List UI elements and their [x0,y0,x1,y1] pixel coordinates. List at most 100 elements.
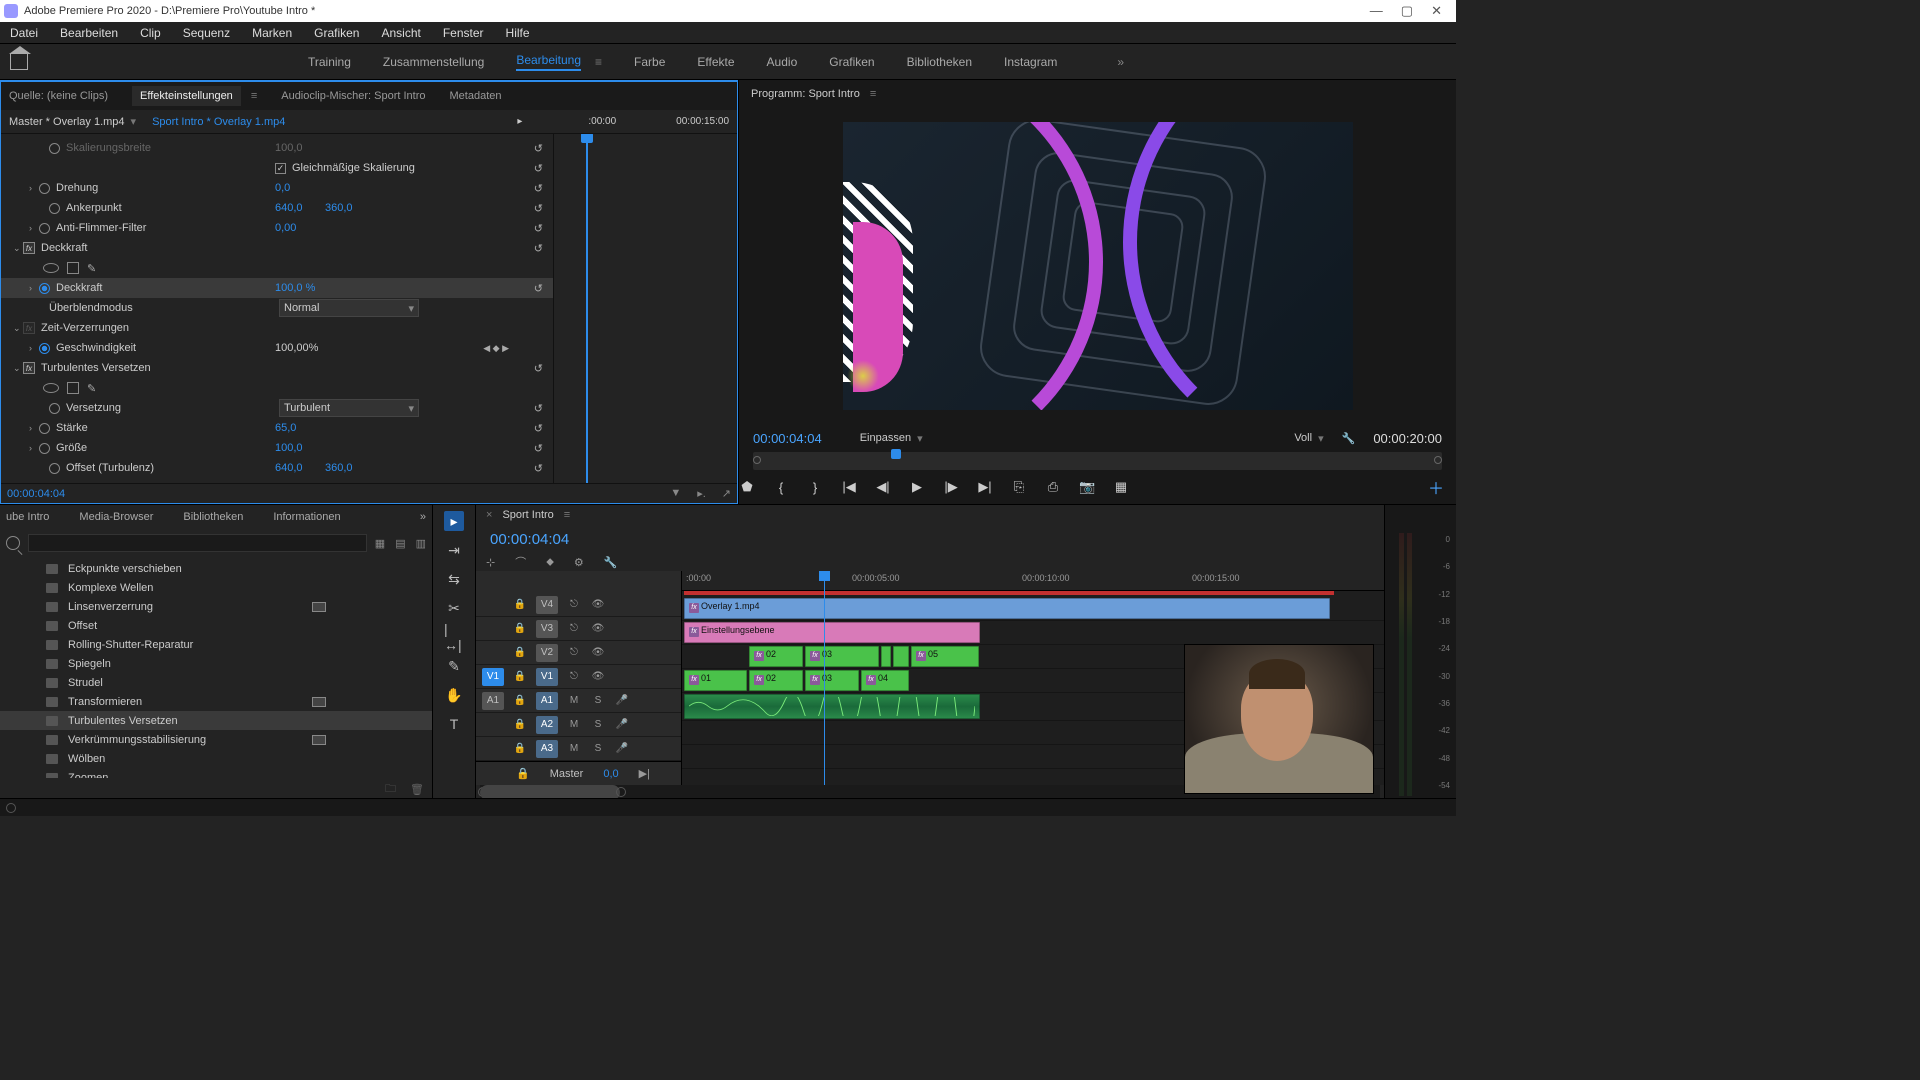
reset-icon[interactable]: ↺ [534,162,543,175]
master-track[interactable]: 🔒 Master 0,0 ▶| [476,761,681,785]
search-input[interactable] [28,534,367,552]
tab-metadata[interactable]: Metadaten [450,90,502,102]
menu-datei[interactable]: Datei [6,24,42,42]
sync-icon[interactable]: ⎋ [566,623,582,634]
fx-badge-icon[interactable]: fx [23,242,35,254]
twist-icon[interactable]: › [29,283,39,293]
fit-dropdown[interactable]: Einpassen▾ [860,432,923,445]
reset-icon[interactable]: ↺ [534,282,543,295]
blendmode-dropdown[interactable]: Normal [279,299,419,317]
comparison-icon[interactable]: ▦ [1113,479,1129,495]
fx-item[interactable]: Verkrümmungsstabilisierung [0,730,432,749]
fx-item-selected[interactable]: Turbulentes Versetzen [0,711,432,730]
reset-icon[interactable]: ↺ [534,242,543,255]
lock-icon[interactable]: 🔒 [512,647,528,658]
reset-icon[interactable]: ↺ [534,202,543,215]
twist-icon[interactable]: › [29,443,39,453]
reset-icon[interactable]: ↺ [534,402,543,415]
play-icon[interactable]: ▶ [909,479,925,495]
master-value[interactable]: 0,0 [603,768,618,780]
lock-icon[interactable]: 🔒 [512,599,528,610]
menu-bearbeiten[interactable]: Bearbeiten [56,24,122,42]
clip-02[interactable]: fx02 [749,646,803,667]
fx-item[interactable]: Strudel [0,673,432,692]
play-only-icon[interactable]: ▸. [697,487,706,500]
reset-icon[interactable]: ↺ [534,222,543,235]
stopwatch-icon[interactable] [49,463,60,474]
clip-04[interactable]: fx04 [861,670,909,691]
twist-down-icon[interactable]: ⌄ [13,363,23,374]
clip-03b[interactable]: fx03 [805,670,859,691]
menu-sequenz[interactable]: Sequenz [179,24,234,42]
value-deckkraft[interactable]: 100,0 % [275,282,315,294]
prop-deckkraft[interactable]: › Deckkraft 100,0 % ↺ [1,278,553,298]
step-back-icon[interactable]: ◀| [875,479,891,495]
lock-icon[interactable]: 🔒 [512,671,528,682]
lock-icon[interactable]: 🔒 [512,719,528,730]
close-icon[interactable]: ✕ [1431,3,1442,19]
program-viewport[interactable] [739,108,1456,424]
ws-effects[interactable]: Effekte [697,55,734,69]
twist-icon[interactable]: › [29,343,39,353]
stopwatch-icon[interactable] [39,443,50,454]
program-scrubber[interactable] [753,452,1442,470]
wrench-icon[interactable]: 🔧 [604,556,618,569]
track-select-tool-icon[interactable]: ⇥ [444,540,464,560]
twist-down-icon[interactable]: ⌄ [13,243,23,254]
ws-menu-icon[interactable]: ≡ [595,55,602,69]
value-anker-y[interactable]: 360,0 [325,202,353,214]
goto-out-icon[interactable]: ▶| [977,479,993,495]
ws-color[interactable]: Farbe [634,55,665,69]
eye-icon[interactable]: 👁 [590,599,606,610]
reset-icon[interactable]: ↺ [534,422,543,435]
record-icon[interactable]: 🎤 [614,695,630,706]
stopwatch-icon[interactable] [39,223,50,234]
value-offset-x[interactable]: 640,0 [275,462,303,474]
group-timeremap[interactable]: ⌄ fx Zeit-Verzerrungen [1,318,553,338]
lift-icon[interactable]: ⎘ [1011,479,1027,495]
timeline-playhead[interactable] [824,571,825,785]
filter-icon[interactable]: ▼ [670,487,681,500]
ws-graphics[interactable]: Grafiken [829,55,874,69]
go-end-icon[interactable]: ▶| [639,767,650,780]
menu-hilfe[interactable]: Hilfe [502,24,534,42]
track-v2[interactable]: 🔒V2⎋👁 [476,641,681,665]
solo-button[interactable]: S [590,743,606,754]
quality-dropdown[interactable]: Voll▾ [1294,432,1323,445]
reset-icon[interactable]: ↺ [534,362,543,375]
source-patch[interactable]: V1 [482,668,504,686]
tab-info[interactable]: Informationen [273,511,340,523]
ws-audio[interactable]: Audio [767,55,798,69]
preset-icon[interactable]: ▦ [375,537,385,550]
group-turbulent[interactable]: ⌄ fx Turbulentes Versetzen ↺ [1,358,553,378]
fx-item[interactable]: Linsenverzerrung [0,597,432,616]
effect-footer-timecode[interactable]: 00:00:04:04 [7,488,65,500]
scrub-playhead[interactable] [891,449,901,459]
twist-down-icon[interactable]: ⌄ [13,323,23,334]
minimize-icon[interactable]: — [1370,3,1383,19]
extract-icon[interactable]: ⎙ [1045,479,1061,495]
effect-playhead[interactable] [586,134,588,483]
solo-button[interactable]: S [590,695,606,706]
mute-button[interactable]: M [566,695,582,706]
menu-fenster[interactable]: Fenster [439,24,488,42]
program-timecode[interactable]: 00:00:04:04 [753,431,822,446]
type-tool-icon[interactable]: T [444,714,464,734]
tab-audio-mixer[interactable]: Audioclip-Mischer: Sport Intro [281,90,425,102]
wrench-icon[interactable]: 🔧 [1342,432,1356,445]
checkbox-uniform[interactable]: ✓ [275,163,286,174]
clip-seq-label[interactable]: Sport Intro * Overlay 1.mp4 [152,116,285,128]
clip-overlay[interactable]: fxOverlay 1.mp4 [684,598,1330,619]
fx-item[interactable]: Eckpunkte verschieben [0,559,432,578]
sync-icon[interactable]: ⎋ [566,599,582,610]
fx-item[interactable]: Wölben [0,749,432,768]
settings-icon[interactable]: ⚙ [574,556,584,569]
stopwatch-icon[interactable] [49,403,60,414]
panel-menu-icon[interactable]: ≡ [564,509,570,521]
add-marker-icon[interactable]: ⬟ [739,479,755,495]
keyframe-nav[interactable]: ◀ ◆ ▶ [483,343,509,354]
mute-button[interactable]: M [566,743,582,754]
tab-libraries[interactable]: Bibliotheken [183,511,243,523]
pen-tool-icon[interactable]: ✎ [444,656,464,676]
value-antiflicker[interactable]: 0,00 [275,222,296,234]
